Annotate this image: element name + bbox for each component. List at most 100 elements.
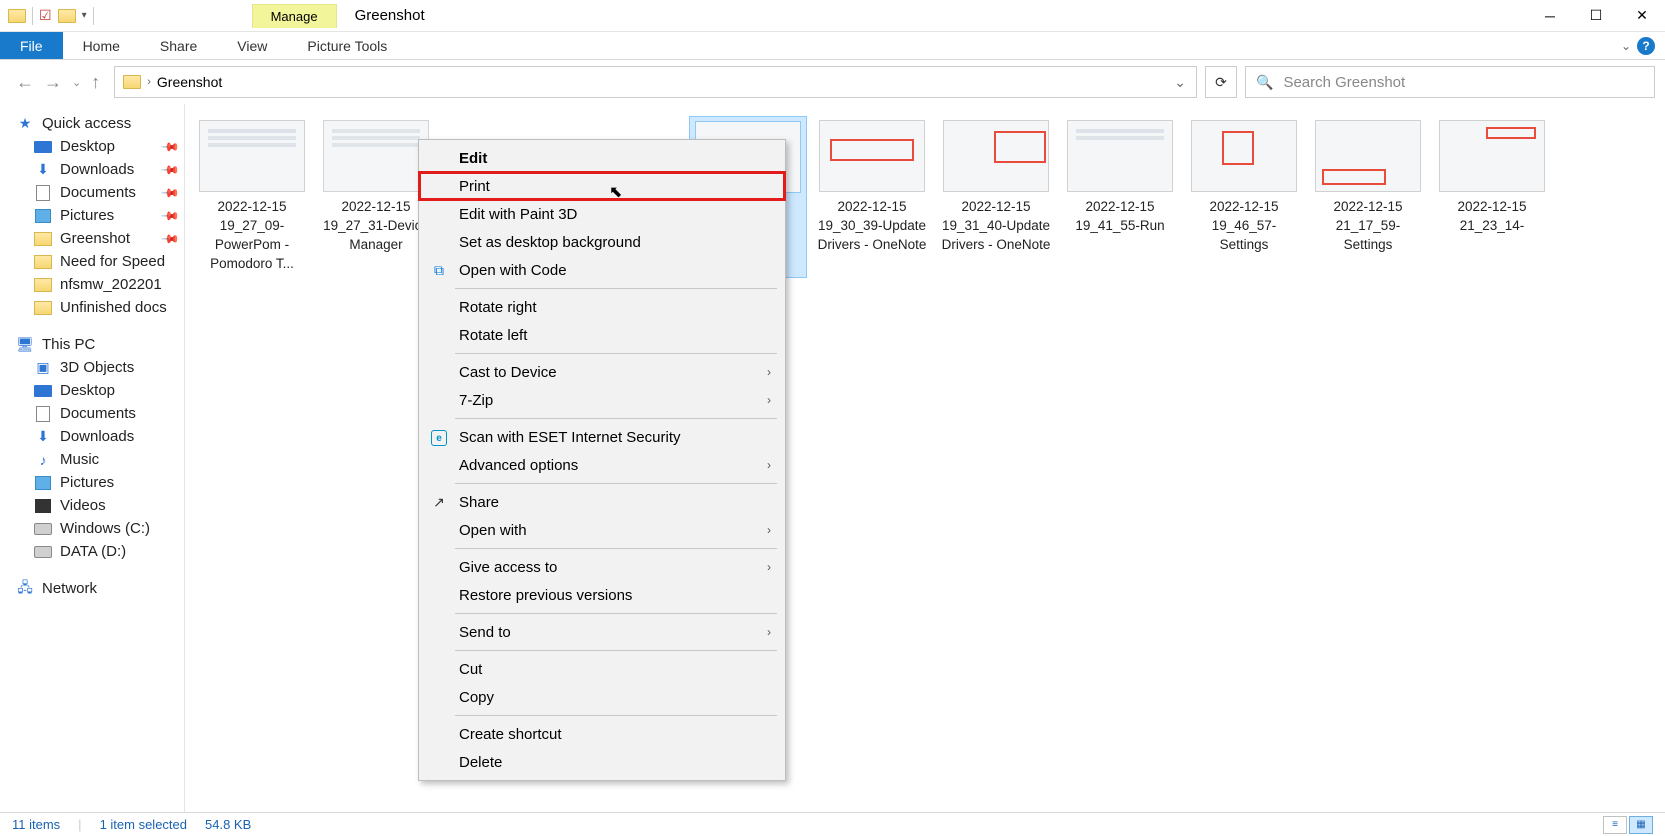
- sidebar-3d-objects[interactable]: ▣3D Objects: [0, 356, 184, 379]
- sidebar-drive-c[interactable]: Windows (C:): [0, 517, 184, 540]
- context-give-access[interactable]: Give access to›: [419, 553, 785, 581]
- quick-access-toolbar: ☑ ▾: [0, 7, 102, 25]
- address-dropdown-icon[interactable]: ⌄: [1164, 74, 1196, 91]
- file-item[interactable]: 2022-12-15 19_31_40-Update Drivers - One…: [937, 116, 1055, 278]
- separator: [32, 7, 33, 25]
- close-button[interactable]: ✕: [1619, 0, 1665, 32]
- sidebar-downloads-pc[interactable]: ⬇Downloads: [0, 425, 184, 448]
- sidebar-desktop[interactable]: Desktop📌: [0, 135, 184, 158]
- sidebar-network[interactable]: 🖧Network: [0, 577, 184, 600]
- minimize-button[interactable]: ─: [1527, 0, 1573, 32]
- context-share[interactable]: ↗Share: [419, 488, 785, 516]
- address-bar[interactable]: › Greenshot ⌄: [114, 66, 1197, 98]
- file-name: 2022-12-15 19_27_31-Device Manager: [321, 198, 431, 255]
- search-box[interactable]: 🔍: [1245, 66, 1655, 98]
- chevron-right-icon: ›: [767, 365, 771, 379]
- context-eset-scan[interactable]: eScan with ESET Internet Security: [419, 423, 785, 451]
- sidebar-greenshot[interactable]: Greenshot📌: [0, 227, 184, 250]
- view-switcher: ≡ ▦: [1603, 816, 1653, 834]
- thumbnail: [323, 120, 429, 192]
- sidebar-documents[interactable]: Documents📌: [0, 181, 184, 204]
- sidebar-music[interactable]: ♪Music: [0, 448, 184, 471]
- context-advanced-options[interactable]: Advanced options›: [419, 451, 785, 479]
- sidebar-unfinished-docs[interactable]: Unfinished docs: [0, 296, 184, 319]
- refresh-button[interactable]: ⟳: [1205, 66, 1237, 98]
- sidebar-downloads[interactable]: ⬇Downloads📌: [0, 158, 184, 181]
- sidebar-desktop-pc[interactable]: Desktop: [0, 379, 184, 402]
- home-tab[interactable]: Home: [63, 32, 140, 59]
- file-tab[interactable]: File: [0, 32, 63, 59]
- context-send-to[interactable]: Send to›: [419, 618, 785, 646]
- file-item[interactable]: 2022-12-15 19_41_55-Run: [1061, 116, 1179, 278]
- file-item[interactable]: 2022-12-15 19_27_09-PowerPom - Pomodoro …: [193, 116, 311, 278]
- up-button[interactable]: ↑: [91, 72, 100, 93]
- context-open-with[interactable]: Open with›: [419, 516, 785, 544]
- search-input[interactable]: [1283, 74, 1644, 91]
- sidebar-drive-d[interactable]: DATA (D:): [0, 540, 184, 563]
- forward-button[interactable]: →: [44, 72, 62, 93]
- qat-dropdown-icon[interactable]: ▾: [82, 10, 87, 21]
- sidebar-pictures-pc[interactable]: Pictures: [0, 471, 184, 494]
- context-print[interactable]: Print: [419, 172, 785, 200]
- main-area: ★Quick access Desktop📌 ⬇Downloads📌 Docum…: [0, 104, 1665, 812]
- help-icon[interactable]: ?: [1637, 37, 1655, 55]
- context-rotate-right[interactable]: Rotate right: [419, 293, 785, 321]
- thumbnails-view-button[interactable]: ▦: [1629, 816, 1653, 834]
- share-tab[interactable]: Share: [140, 32, 217, 59]
- context-cast-to-device[interactable]: Cast to Device›: [419, 358, 785, 386]
- context-delete[interactable]: Delete: [419, 748, 785, 776]
- picture-tools-tab[interactable]: Picture Tools: [287, 32, 407, 59]
- context-cut[interactable]: Cut: [419, 655, 785, 683]
- folder-icon[interactable]: [8, 9, 26, 23]
- context-set-desktop-bg[interactable]: Set as desktop background: [419, 228, 785, 256]
- view-tab[interactable]: View: [217, 32, 287, 59]
- pictures-icon: [35, 476, 51, 490]
- context-open-with-code[interactable]: ⧉Open with Code: [419, 256, 785, 284]
- recent-dropdown-icon[interactable]: ⌄: [72, 76, 81, 89]
- file-name: 2022-12-15 19_46_57-Settings: [1189, 198, 1299, 255]
- status-selection-size: 54.8 KB: [205, 817, 251, 832]
- new-folder-icon[interactable]: [58, 9, 76, 23]
- manage-context-tab[interactable]: Manage: [252, 4, 337, 28]
- file-name: 2022-12-15 19_31_40-Update Drivers - One…: [941, 198, 1051, 255]
- context-7zip[interactable]: 7-Zip›: [419, 386, 785, 414]
- context-edit-paint3d[interactable]: Edit with Paint 3D: [419, 200, 785, 228]
- context-create-shortcut[interactable]: Create shortcut: [419, 720, 785, 748]
- file-name: 2022-12-15 19_41_55-Run: [1065, 198, 1175, 236]
- chevron-right-icon[interactable]: ›: [147, 76, 151, 88]
- sidebar-quick-access[interactable]: ★Quick access: [0, 112, 184, 135]
- file-list[interactable]: 2022-12-15 19_27_09-PowerPom - Pomodoro …: [185, 104, 1665, 812]
- videos-icon: [35, 499, 51, 513]
- maximize-button[interactable]: ☐: [1573, 0, 1619, 32]
- details-view-button[interactable]: ≡: [1603, 816, 1627, 834]
- context-copy[interactable]: Copy: [419, 683, 785, 711]
- cube-icon: ▣: [34, 360, 52, 376]
- ribbon-collapse-icon[interactable]: ⌄: [1621, 39, 1631, 53]
- breadcrumb-current[interactable]: Greenshot: [157, 74, 222, 90]
- chevron-right-icon: ›: [767, 560, 771, 574]
- thumbnail: [819, 120, 925, 192]
- separator: [455, 715, 777, 716]
- file-item[interactable]: 2022-12-15 21_23_14-: [1433, 116, 1551, 278]
- pc-icon: 🖥: [16, 337, 34, 353]
- vscode-icon: ⧉: [429, 262, 449, 279]
- sidebar-documents-pc[interactable]: Documents: [0, 402, 184, 425]
- file-item[interactable]: 2022-12-15 19_46_57-Settings: [1185, 116, 1303, 278]
- back-button[interactable]: ←: [16, 72, 34, 93]
- file-name: 2022-12-15 21_23_14-: [1437, 198, 1547, 236]
- window-title: Greenshot: [337, 7, 443, 24]
- file-item[interactable]: 2022-12-15 21_17_59-Settings: [1309, 116, 1427, 278]
- separator: [93, 7, 94, 25]
- context-edit[interactable]: Edit: [419, 144, 785, 172]
- sidebar-videos[interactable]: Videos: [0, 494, 184, 517]
- folder-icon: [34, 278, 52, 292]
- context-restore-versions[interactable]: Restore previous versions: [419, 581, 785, 609]
- sidebar-nfsmw[interactable]: nfsmw_202201: [0, 273, 184, 296]
- sidebar-this-pc[interactable]: 🖥This PC: [0, 333, 184, 356]
- context-rotate-left[interactable]: Rotate left: [419, 321, 785, 349]
- sidebar-pictures[interactable]: Pictures📌: [0, 204, 184, 227]
- pin-icon: 📌: [160, 228, 180, 248]
- sidebar-need-for-speed[interactable]: Need for Speed: [0, 250, 184, 273]
- properties-icon[interactable]: ☑: [39, 7, 52, 24]
- file-item[interactable]: 2022-12-15 19_30_39-Update Drivers - One…: [813, 116, 931, 278]
